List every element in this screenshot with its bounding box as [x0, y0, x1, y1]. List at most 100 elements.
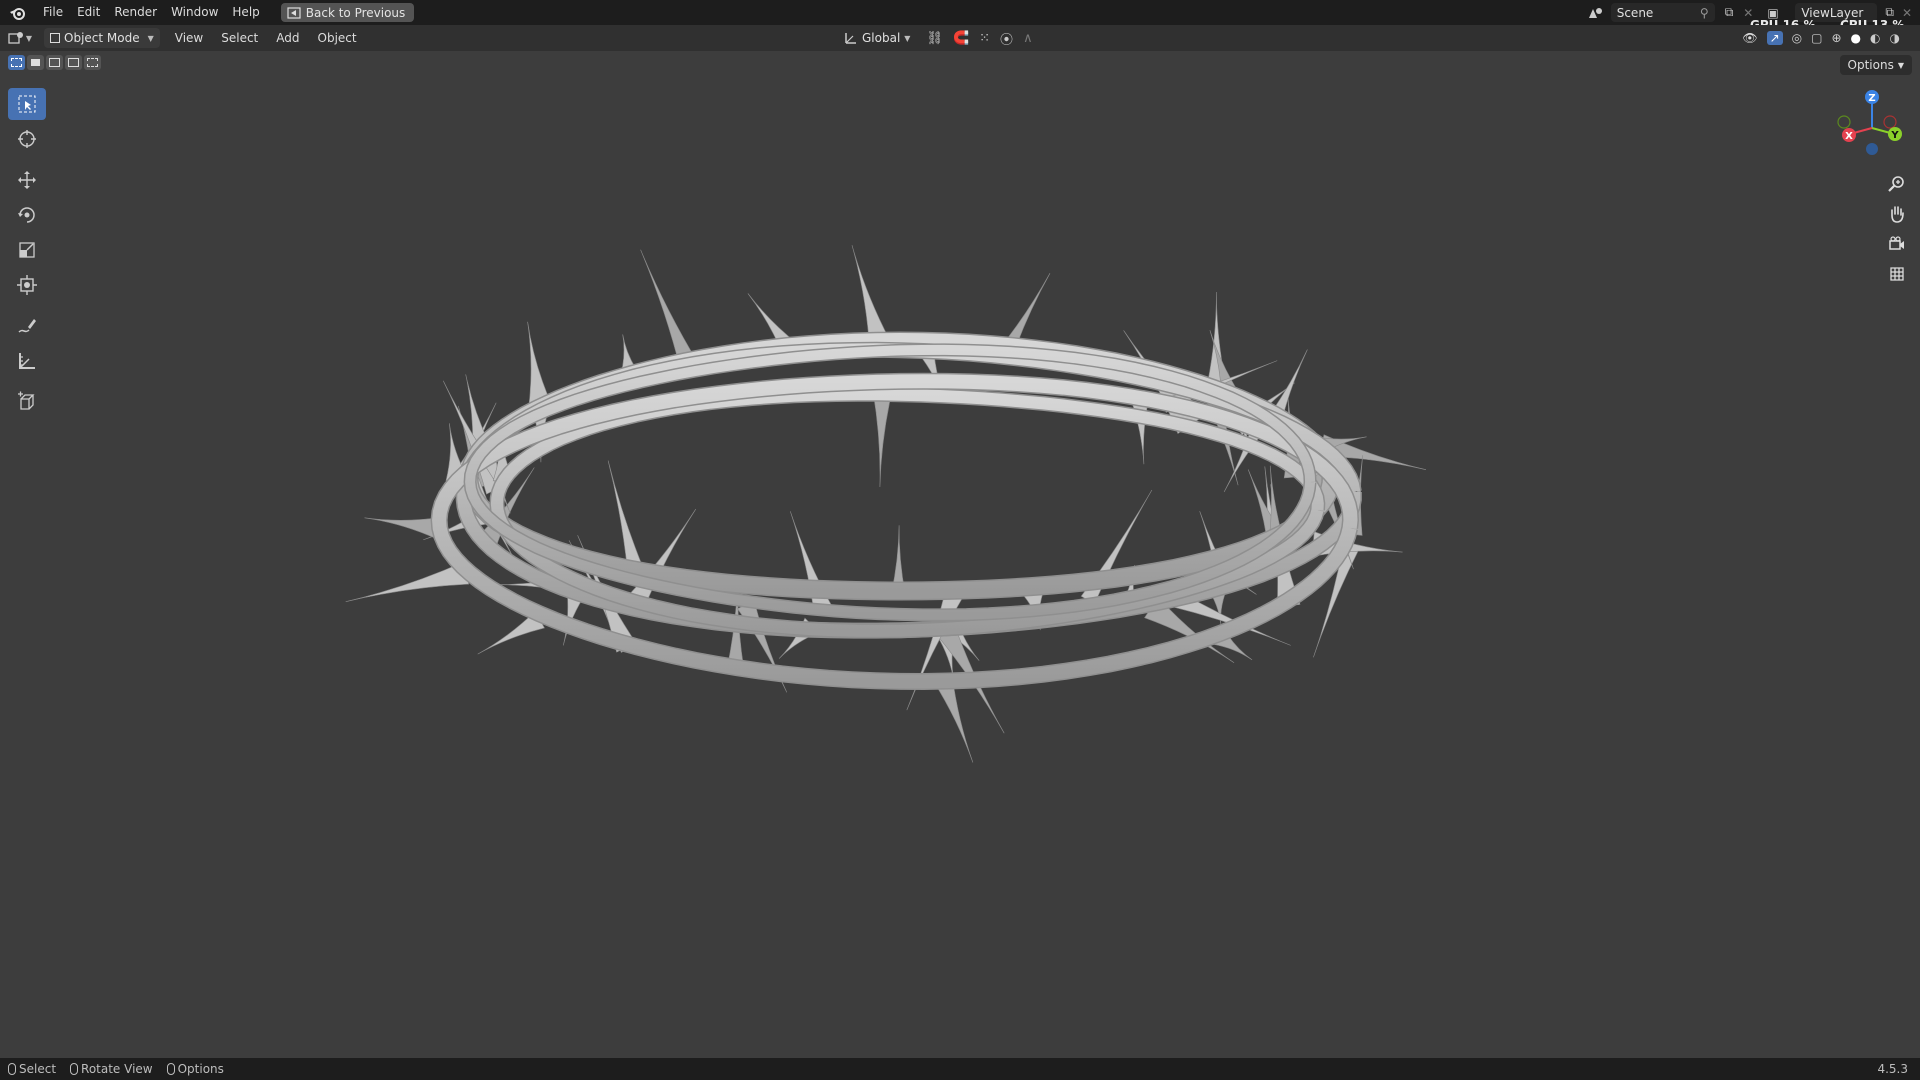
- chevron-down-icon: ▼: [25, 33, 33, 43]
- mouse-left-icon: [8, 1063, 16, 1075]
- select-subtract-icon[interactable]: [46, 55, 63, 70]
- back-icon: [287, 6, 301, 19]
- grid-icon: [1890, 267, 1904, 281]
- mouse-middle-icon: [70, 1063, 79, 1075]
- chevron-down-icon: ▼: [904, 33, 911, 43]
- gizmo-toggle-icon[interactable]: ↗: [1766, 31, 1783, 45]
- navigation-gizmo[interactable]: Z Y X: [1830, 86, 1914, 170]
- snap-target-icon[interactable]: ⁙: [979, 31, 990, 46]
- tool-transform[interactable]: [8, 269, 46, 301]
- crown-of-thorns-model[interactable]: [280, 240, 1520, 864]
- overlay-icon[interactable]: ◎: [1792, 31, 1802, 45]
- mouse-right-icon: [166, 1063, 175, 1075]
- neg-x-axis-icon[interactable]: [1883, 115, 1897, 129]
- new-scene-icon[interactable]: ⧉: [1725, 5, 1734, 20]
- chevron-down-icon: ▼: [1897, 60, 1904, 70]
- thorn: [872, 391, 893, 488]
- mode-dropdown[interactable]: Object Mode ▼: [44, 28, 160, 48]
- transform-orientation-dropdown[interactable]: Global ▼: [838, 28, 916, 48]
- pan-button[interactable]: [1880, 200, 1914, 228]
- camera-view-button[interactable]: [1880, 230, 1914, 258]
- tool-shelf: [8, 88, 46, 421]
- y-axis-label: Y: [1890, 130, 1899, 141]
- menu-edit[interactable]: Edit: [70, 0, 107, 25]
- tool-rotate[interactable]: [8, 199, 46, 231]
- menu-file[interactable]: File: [36, 0, 70, 25]
- snap-icon[interactable]: 🧲: [953, 31, 969, 46]
- orientation-icon: [845, 33, 856, 44]
- status-options-label: Options: [177, 1062, 224, 1076]
- add-cube-icon: [18, 391, 35, 410]
- menu-view[interactable]: View: [166, 31, 212, 45]
- editor-type-icon: [8, 32, 23, 44]
- back-to-previous-label: Back to Previous: [305, 5, 406, 20]
- chevron-down-icon: ▼: [147, 33, 154, 43]
- blender-logo-icon[interactable]: [0, 5, 36, 21]
- top-bar: File Edit Render Window Help Back to Pre…: [0, 0, 1920, 32]
- xray-icon[interactable]: ▢: [1811, 31, 1822, 45]
- menu-help[interactable]: Help: [225, 0, 266, 25]
- pivot-point-icon[interactable]: ⛓: [926, 31, 943, 46]
- select-new-icon[interactable]: [8, 55, 25, 70]
- select-intersect-icon[interactable]: [84, 55, 101, 70]
- shading-wireframe-icon[interactable]: ⊕: [1831, 31, 1841, 45]
- tool-annotate[interactable]: [8, 310, 46, 342]
- neg-z-axis-icon[interactable]: [1866, 143, 1878, 155]
- status-bar: Select Rotate View Options 4.5.3: [0, 1058, 1920, 1080]
- z-axis-label: Z: [1868, 93, 1875, 104]
- menu-render[interactable]: Render: [107, 0, 164, 25]
- object-mode-icon: [50, 33, 60, 43]
- editor-type-dropdown[interactable]: ▼: [0, 31, 40, 45]
- status-select-label: Select: [19, 1062, 57, 1076]
- tool-move[interactable]: [8, 164, 46, 196]
- tool-measure[interactable]: [8, 345, 46, 377]
- status-options: Options: [166, 1062, 224, 1076]
- shading-material-icon[interactable]: ◐: [1870, 31, 1880, 45]
- select-invert-icon[interactable]: [65, 55, 82, 70]
- viewport-navigation-buttons: [1880, 170, 1914, 290]
- selection-mode-buttons: [8, 55, 101, 70]
- version-label: 4.5.3: [1877, 1062, 1908, 1076]
- thorn: [790, 511, 834, 616]
- falloff-icon[interactable]: ∧: [1023, 31, 1033, 46]
- tool-select-box[interactable]: [8, 88, 46, 120]
- shading-rendered-icon[interactable]: ◑: [1890, 31, 1900, 45]
- back-to-previous-button[interactable]: Back to Previous: [280, 3, 415, 22]
- scale-icon: [19, 242, 35, 258]
- zoom-icon: [1888, 176, 1904, 192]
- menu-window[interactable]: Window: [164, 0, 225, 25]
- scene-type-icon[interactable]: [1581, 6, 1611, 20]
- tool-add-cube[interactable]: [8, 386, 46, 418]
- menu-add[interactable]: Add: [267, 31, 308, 45]
- pin-icon[interactable]: ⚲: [1700, 6, 1709, 20]
- annotate-icon: [18, 319, 36, 333]
- select-extend-icon[interactable]: [27, 55, 44, 70]
- neg-y-axis-icon[interactable]: [1837, 115, 1851, 129]
- menu-select[interactable]: Select: [212, 31, 267, 45]
- status-rotate-view: Rotate View: [70, 1062, 153, 1076]
- perspective-toggle-button[interactable]: [1880, 260, 1914, 288]
- viewport-header: ▼ Object Mode ▼ View Select Add Object G…: [0, 25, 1920, 51]
- vines-group: [430, 331, 1362, 691]
- x-axis-label: X: [1845, 131, 1853, 142]
- transform-icon: [17, 275, 37, 295]
- tool-scale[interactable]: [8, 234, 46, 266]
- options-label: Options: [1847, 58, 1894, 72]
- tool-cursor[interactable]: [8, 123, 46, 155]
- shading-solid-icon[interactable]: ●: [1851, 31, 1861, 45]
- measure-icon: [19, 353, 35, 369]
- mode-label: Object Mode: [64, 31, 140, 45]
- zoom-button[interactable]: [1880, 170, 1914, 198]
- hand-icon: [1891, 206, 1904, 223]
- select-box-icon: [18, 95, 36, 113]
- proportional-edit-icon[interactable]: ⦿: [1000, 29, 1013, 48]
- status-select: Select: [8, 1062, 56, 1076]
- orientation-label: Global: [862, 31, 901, 45]
- camera-icon: [1889, 236, 1904, 250]
- scene-field[interactable]: Scene ⚲: [1610, 3, 1715, 22]
- visibility-icon[interactable]: 👁: [1742, 31, 1757, 45]
- scene-name: Scene: [1616, 5, 1654, 20]
- options-dropdown[interactable]: Options ▼: [1839, 55, 1912, 75]
- menu-object[interactable]: Object: [309, 31, 366, 45]
- status-rotate-label: Rotate View: [81, 1062, 153, 1076]
